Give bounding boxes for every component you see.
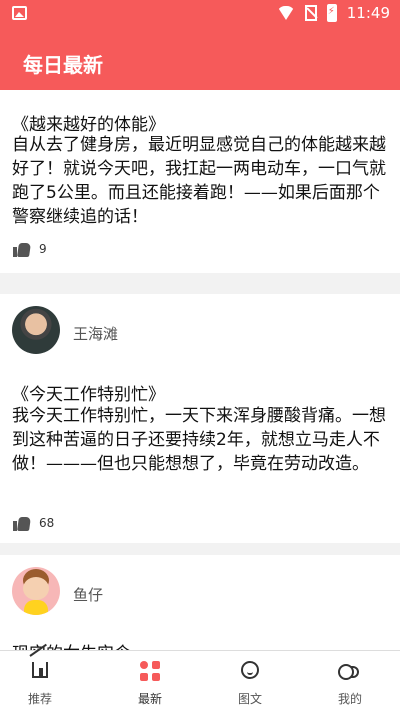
app-bar: 每日最新 [0, 28, 400, 90]
post-title: 《今天工作特别忙》 [12, 385, 165, 405]
post-feed[interactable]: 《越来越好的体能》 自从去了健身房，最近明显感觉自己的体能越来越好了！就说今天吧… [0, 90, 400, 650]
no-sim-icon [304, 5, 317, 21]
tab-latest[interactable]: 最新 [110, 659, 190, 706]
post-card[interactable]: 王海滩 《今天工作特别忙》 我今天工作特别忙，一天下来浑身腰酸背痛。一想到这种苦… [0, 294, 400, 543]
tab-image-text[interactable]: 图文 [210, 659, 290, 706]
avatar[interactable] [12, 306, 60, 354]
tab-label: 推荐 [27, 692, 52, 706]
thumbs-up-icon [13, 515, 31, 531]
avatar[interactable] [12, 567, 60, 615]
like-button[interactable]: 9 [13, 241, 47, 257]
page-title: 每日最新 [23, 53, 103, 77]
home-icon [32, 662, 48, 678]
status-time: 11:49 [346, 4, 390, 22]
post-card[interactable]: 鱼仔 现实的女生实令 [0, 555, 400, 650]
wifi-icon [276, 6, 295, 20]
username[interactable]: 王海滩 [73, 323, 118, 344]
post-card[interactable]: 《越来越好的体能》 自从去了健身房，最近明显感觉自己的体能越来越好了！就说今天吧… [0, 90, 400, 273]
bottom-tab-bar: 推荐 最新 图文 我的 [0, 650, 400, 711]
grid-icon [140, 661, 160, 681]
like-count: 68 [39, 516, 55, 530]
gallery-icon [12, 6, 27, 20]
like-count: 9 [39, 242, 47, 256]
tab-profile[interactable]: 我的 [310, 659, 390, 706]
post-title: 《越来越好的体能》 [12, 115, 165, 135]
smile-icon [241, 661, 259, 679]
post-body: 我今天工作特别忙，一天下来浑身腰酸背痛。一想到这种苦逼的日子还要持续2年，就想立… [12, 406, 386, 474]
post-title: 现实的女生实令 [12, 639, 131, 650]
toggle-icon [338, 664, 362, 680]
tab-label: 最新 [137, 692, 162, 706]
like-button[interactable]: 68 [13, 515, 54, 531]
status-indicators: ⚡ 11:49 [276, 4, 390, 22]
post-body: 自从去了健身房，最近明显感觉自己的体能越来越好了！就说今天吧，我扛起一两电动车，… [12, 135, 386, 227]
battery-icon: ⚡ [326, 4, 337, 22]
thumbs-up-icon [13, 241, 31, 257]
tab-label: 图文 [237, 692, 262, 706]
username[interactable]: 鱼仔 [73, 584, 103, 605]
status-bar: ⚡ 11:49 [0, 0, 400, 28]
tab-recommend[interactable]: 推荐 [0, 659, 80, 706]
tab-label: 我的 [337, 692, 362, 706]
